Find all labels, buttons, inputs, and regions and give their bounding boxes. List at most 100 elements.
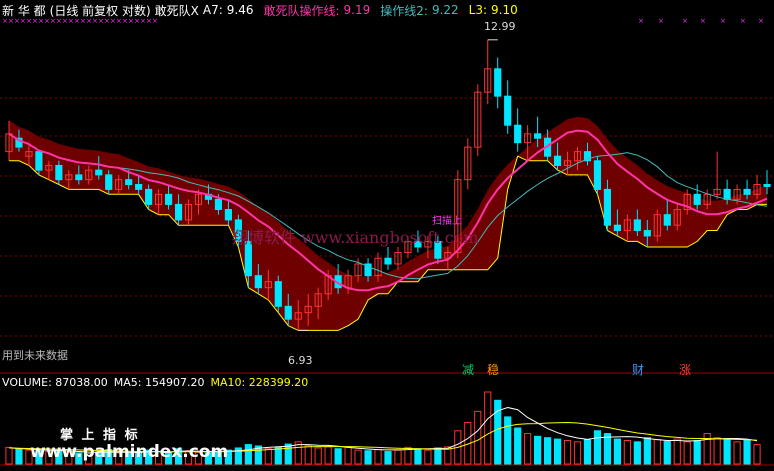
- volume-bar-65: [653, 439, 661, 465]
- volume-bar-71: [713, 437, 721, 465]
- volume-bar-73: [733, 441, 741, 465]
- marker-right-1: ×: [658, 17, 664, 25]
- volume-bar-68: [683, 441, 691, 465]
- volume-bar-60: [603, 433, 612, 465]
- volume-bar-67: [673, 438, 681, 465]
- volume-bar-50: [504, 416, 512, 465]
- volume-bar-27: [274, 446, 282, 465]
- volume-bar-26: [264, 448, 272, 465]
- volume-bar-56: [563, 439, 572, 465]
- candle-body-22: [224, 209, 233, 221]
- candle-body-38: [384, 257, 392, 265]
- high-price-label: 12.99: [484, 20, 516, 33]
- volume-bar-33: [334, 448, 342, 465]
- future-data-note: 用到未来数据: [2, 349, 68, 362]
- candle-body-66: [663, 214, 671, 226]
- op2-value: 9.22: [431, 3, 459, 17]
- marker-right-6: ×: [758, 17, 764, 25]
- volume-bar-72: [723, 439, 731, 465]
- volume-bar-38: [384, 451, 392, 465]
- volume-bar-53: [534, 435, 542, 465]
- volume-bar-41: [414, 448, 422, 465]
- partial-label: 扫描上: [432, 216, 462, 227]
- candle-body-5: [55, 164, 63, 181]
- op2-label: 操作线2:: [380, 3, 428, 18]
- volume-bar-37: [374, 449, 382, 465]
- volume-bar-30: [304, 445, 312, 465]
- marker-right-2: ×: [682, 17, 688, 25]
- candle-body-59: [593, 160, 602, 190]
- candle-body-72: [723, 188, 731, 200]
- a7-value: 9.46: [226, 3, 254, 17]
- candle-body-14: [145, 188, 153, 205]
- ma5-label: MA5:: [113, 376, 142, 389]
- volume-bar-48: [484, 391, 492, 465]
- volume-bar-28: [284, 443, 292, 465]
- volume-value: 87038.00: [55, 376, 108, 389]
- volume-bar-55: [553, 438, 562, 465]
- candle-body-3: [35, 151, 43, 171]
- low-price-label: 6.93: [288, 354, 313, 367]
- candle-body-28: [284, 305, 292, 320]
- candle-body-10: [105, 174, 113, 190]
- volume-bar-51: [514, 427, 522, 465]
- volume-bar-61: [613, 438, 621, 465]
- volume-bar-34: [344, 446, 352, 465]
- candle-body-17: [174, 203, 183, 221]
- volume-bar-75: [753, 444, 761, 465]
- indicator-header: 新 华 都 (日线 前复权 对数) 敢死队X A7: 9.46 敢死队操作线: 9.…: [2, 2, 518, 18]
- indicator-name[interactable]: 敢死队X: [155, 2, 199, 19]
- candle-body-63: [633, 219, 641, 232]
- volume-bar-69: [693, 439, 701, 465]
- watermark-palmindex: www.palmindex.com: [30, 442, 229, 462]
- l3-label: L3:: [468, 3, 488, 17]
- ma5-value: 154907.20: [145, 376, 205, 389]
- stock-name[interactable]: 新 华 都: [2, 2, 46, 19]
- volume-bar-74: [743, 439, 751, 465]
- volume-bar-54: [543, 437, 552, 465]
- chart-stage: × × × × × × × × × × × × × × × × × × × × × × × × × × × × × × × × × 新 华 都 …: [0, 0, 774, 467]
- volume-header: VOLUME: 87038.00 MA5: 154907.20 MA10: 22…: [2, 376, 308, 389]
- a7-label: A7:: [202, 3, 223, 17]
- candle-body-27: [274, 281, 282, 307]
- candle-body-50: [504, 95, 512, 126]
- badge-zhang[interactable]: 涨: [679, 361, 691, 378]
- period-label[interactable]: (日线 前复权 对数): [50, 2, 151, 19]
- candle-body-21: [214, 198, 223, 211]
- volume-bar-42: [424, 449, 432, 465]
- candle-body-61: [613, 224, 621, 232]
- volume-bar-52: [524, 433, 532, 465]
- candle-body-7: [75, 174, 83, 181]
- badge-jian[interactable]: 减: [462, 361, 474, 378]
- candle-body-76: [763, 184, 771, 187]
- volume-bar-31: [314, 447, 322, 465]
- marker-right-3: ×: [700, 17, 706, 25]
- candle-body-55: [553, 155, 562, 166]
- volume-bar-35: [354, 449, 362, 465]
- volume-bar-43: [434, 447, 442, 465]
- volume-bar-62: [623, 439, 631, 465]
- candle-body-51: [514, 124, 522, 144]
- volume-label: VOLUME:: [2, 376, 52, 389]
- l3-value: 9.10: [491, 3, 518, 17]
- gsd-label: 敢死队操作线:: [263, 3, 340, 18]
- volume-bar-57: [573, 441, 582, 465]
- candle-body-16: [164, 193, 173, 205]
- candle-body-49: [494, 68, 502, 97]
- volume-bar-32: [324, 446, 332, 465]
- candle-body-64: [643, 230, 651, 237]
- candle-body-60: [603, 188, 612, 226]
- candle-body-12: [125, 179, 133, 186]
- watermark-xiangbo: 翔博软件 www.xiangbosoft.com: [232, 228, 479, 247]
- volume-bar-24: [244, 444, 252, 465]
- badge-cai[interactable]: 财: [632, 361, 644, 378]
- volume-bar-66: [663, 440, 671, 465]
- volume-bar-0: [5, 446, 13, 465]
- volume-bar-58: [583, 439, 592, 465]
- volume-bar-47: [474, 410, 482, 465]
- marker-right-5: ×: [740, 17, 746, 25]
- ma10-label: MA10:: [210, 376, 246, 389]
- volume-bar-64: [643, 437, 651, 465]
- badge-wen[interactable]: 稳: [487, 361, 499, 378]
- candle-body-53: [534, 133, 542, 139]
